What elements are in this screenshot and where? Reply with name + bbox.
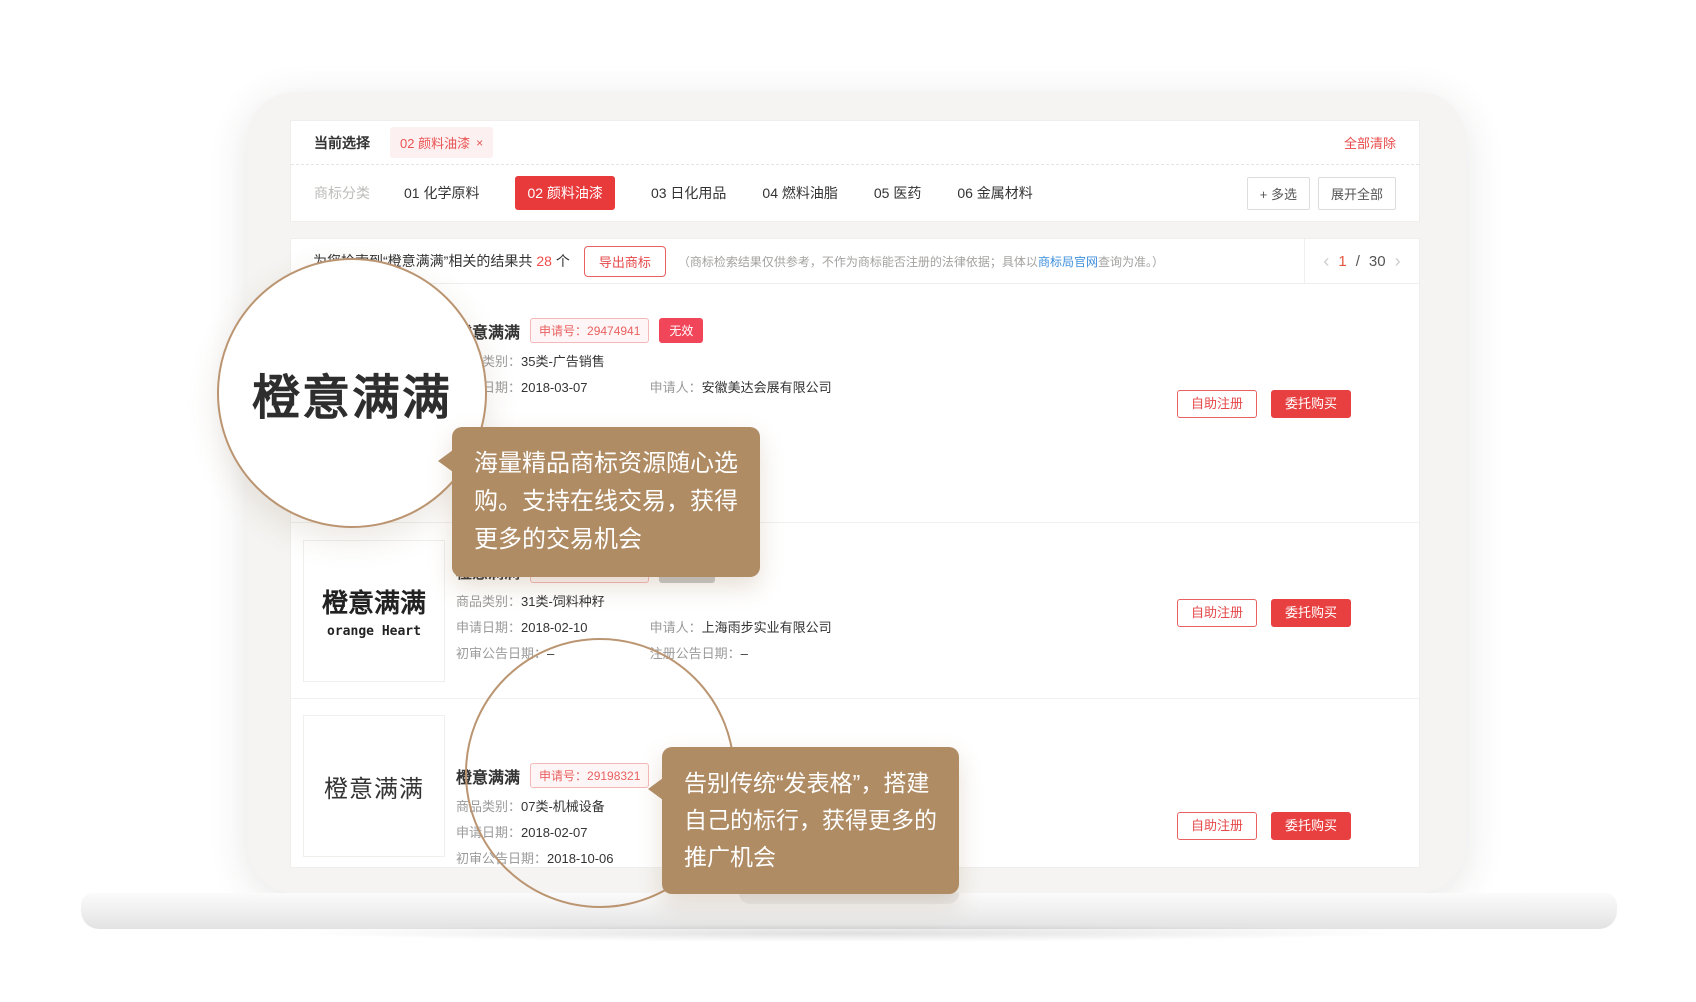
entrust-buy-button[interactable]: 委托购买 <box>1271 812 1351 840</box>
field-value: 安徽美达会展有限公司 <box>702 380 832 395</box>
total-pages: 30 <box>1369 253 1386 270</box>
category-item-06[interactable]: 06 金属材料 <box>957 183 1032 203</box>
application-number-tag: 申请号：29474941 <box>530 318 649 343</box>
category-item-04[interactable]: 04 燃料油脂 <box>762 183 837 203</box>
field-label: 申请人： <box>650 620 702 635</box>
category-item-03[interactable]: 03 日化用品 <box>651 183 726 203</box>
disclaimer-post: 查询为准。） <box>1098 255 1164 269</box>
disclaimer-note: （商标检索结果仅供参考，不作为商标能否注册的法律依据；具体以商标局官网查询为准。… <box>678 253 1164 270</box>
status-badge: 无效 <box>659 318 703 343</box>
category-item-05[interactable]: 05 医药 <box>874 183 921 203</box>
results-header: 为您检索到“橙意满满”相关的结果共 28 个 导出商标 （商标检索结果仅供参考，… <box>291 239 1419 284</box>
trademark-details: 橙意满满 申请号：29474941 无效 商品类别：35类-广告销售 申请日期：… <box>456 284 1419 395</box>
current-selection-row: 当前选择 02 颜料油漆 × 全部清除 <box>291 121 1419 165</box>
magnified-trademark-text: 橙意满满 <box>252 358 452 428</box>
trademark-office-link[interactable]: 商标局官网 <box>1038 255 1098 269</box>
entrust-buy-button[interactable]: 委托购买 <box>1271 390 1351 418</box>
close-icon[interactable]: × <box>476 136 483 150</box>
self-register-button[interactable]: 自助注册 <box>1177 599 1257 627</box>
thumbnail-subtext: orange Heart <box>327 624 421 639</box>
page-separator: / <box>1356 253 1360 270</box>
callout-line: 海量精品商标资源随心选 <box>474 445 738 483</box>
thumbnail-text: 橙意满满 <box>322 583 426 620</box>
current-selection-label: 当前选择 <box>314 133 370 153</box>
callout-tooltip: 告别传统“发表格”，搭建 自己的标行，获得更多的 推广机会 <box>662 747 959 894</box>
multi-select-button[interactable]: + 多选 <box>1247 177 1310 210</box>
category-item-02-active[interactable]: 02 颜料油漆 <box>515 176 614 210</box>
results-count: 28 <box>536 253 552 269</box>
category-row-label: 商标分类 <box>314 183 370 203</box>
callout-tooltip: 海量精品商标资源随心选 购。支持在线交易，获得 更多的交易机会 <box>452 427 760 577</box>
entrust-buy-button[interactable]: 委托购买 <box>1271 599 1351 627</box>
callout-line: 自己的标行，获得更多的 <box>684 802 937 839</box>
self-register-button[interactable]: 自助注册 <box>1177 812 1257 840</box>
disclaimer-pre: （商标检索结果仅供参考，不作为商标能否注册的法律依据；具体以 <box>678 255 1038 269</box>
trademark-thumbnail[interactable]: 橙意满满 <box>303 715 445 857</box>
self-register-button[interactable]: 自助注册 <box>1177 390 1257 418</box>
category-row: 商标分类 01 化学原料 02 颜料油漆 03 日化用品 04 燃料油脂 05 … <box>291 165 1419 221</box>
page: 当前选择 02 颜料油漆 × 全部清除 商标分类 01 化学原料 02 颜料油漆… <box>0 0 1696 1002</box>
callout-line: 更多的交易机会 <box>474 521 738 559</box>
selected-category-chip-label: 02 颜料油漆 <box>400 133 470 152</box>
filter-panel: 当前选择 02 颜料油漆 × 全部清除 商标分类 01 化学原料 02 颜料油漆… <box>290 120 1420 222</box>
field-label: 申请人： <box>650 380 702 395</box>
field-value: 35类-广告销售 <box>521 354 605 369</box>
field-value: 上海雨步实业有限公司 <box>702 620 832 635</box>
results-count-unit: 个 <box>556 251 570 271</box>
clear-all-link[interactable]: 全部清除 <box>1344 133 1396 152</box>
thumbnail-text: 橙意满满 <box>324 769 424 804</box>
prev-page-icon[interactable]: ‹ <box>1323 251 1329 272</box>
expand-all-button[interactable]: 展开全部 <box>1318 177 1396 210</box>
field-label: 申请日期： <box>456 620 521 635</box>
export-trademarks-button[interactable]: 导出商标 <box>584 246 666 277</box>
callout-line: 购。支持在线交易，获得 <box>474 483 738 521</box>
field-label: 商品类别： <box>456 594 521 609</box>
trademark-thumbnail[interactable]: 橙意满满 orange Heart <box>303 540 445 682</box>
callout-line: 告别传统“发表格”，搭建 <box>684 765 937 802</box>
next-page-icon[interactable]: › <box>1395 251 1401 272</box>
laptop-base-shadow <box>300 924 1400 942</box>
selected-category-chip[interactable]: 02 颜料油漆 × <box>390 127 493 158</box>
callout-line: 推广机会 <box>684 839 937 876</box>
field-value: – <box>741 646 748 661</box>
magnifier-circle: 橙意满满 <box>217 258 487 528</box>
field-value: 2018-02-10 <box>521 620 588 635</box>
field-value: 2018-03-07 <box>521 380 588 395</box>
pagination: ‹ 1 / 30 › <box>1304 239 1419 283</box>
field-value: 31类-饲料种籽 <box>521 594 605 609</box>
current-page: 1 <box>1338 253 1346 270</box>
category-item-01[interactable]: 01 化学原料 <box>404 183 479 203</box>
